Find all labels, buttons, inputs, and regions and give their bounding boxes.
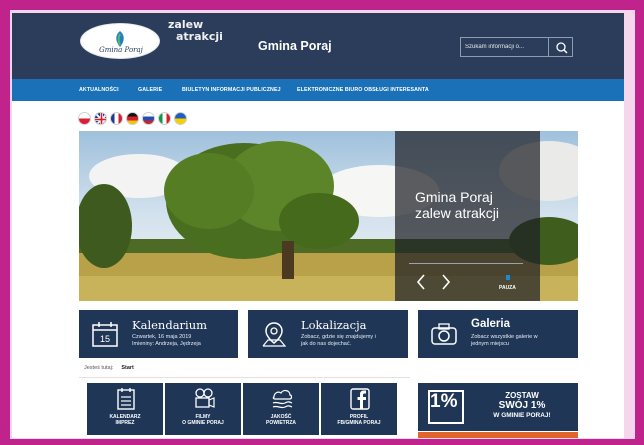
- tile-galeria-title: Galeria: [471, 318, 510, 330]
- search-icon: [556, 42, 568, 54]
- calendar-day: 15: [100, 334, 110, 344]
- browser-page: Gmina Poraj zalew atrakcji Gmina Poraj A…: [12, 13, 624, 438]
- tile-kalendarium-date: Czwartek, 16 maja 2019: [132, 334, 192, 340]
- tile-lokalizacja[interactable]: Lokalizacja Zobacz, gdzie się znajdujemy…: [248, 310, 408, 358]
- french-flag-icon[interactable]: [110, 112, 123, 125]
- union-jack-shape: [95, 113, 106, 124]
- search-box: [460, 37, 573, 57]
- site-header: Gmina Poraj zalew atrakcji Gmina Poraj: [12, 13, 624, 79]
- polish-flag-icon[interactable]: [78, 112, 91, 125]
- quick-tile-powietrze-line2: POWIETRZA: [266, 420, 296, 426]
- site-title[interactable]: Gmina Poraj: [258, 39, 332, 53]
- tile-lokalizacja-line1: Zobacz, gdzie się znajdujemy i: [301, 334, 376, 340]
- chevron-left-icon[interactable]: [414, 273, 428, 291]
- logo-tagline: zalew atrakcji: [160, 19, 223, 43]
- tile-kalendarium-namedays: Imieniny: Andrzeja, Jędrzeja: [132, 341, 201, 347]
- tile-galeria-text: Zobacz wszystkie galerie w jednym miejsc…: [471, 334, 538, 348]
- tile-lokalizacja-line2: jak do nas dojechać.: [301, 341, 352, 347]
- map-pin-icon: [262, 322, 287, 347]
- quick-tile-powietrze[interactable]: JAKOŚĆ POWIETRZA: [243, 383, 319, 435]
- breadcrumb-prefix: Jesteś tutaj:: [84, 365, 114, 371]
- logo-tagline-line2: atrakcji: [176, 30, 223, 43]
- tile-lokalizacja-text: Zobacz, gdzie się znajdujemy i jak do na…: [301, 334, 376, 348]
- chevron-right-icon[interactable]: [439, 273, 453, 291]
- pause-button[interactable]: PAUZA: [499, 285, 516, 291]
- banner-text: ZOSTAW SWÓJ 1% W GMINIE PORAJ!: [470, 391, 574, 420]
- search-button[interactable]: [548, 37, 573, 57]
- banner-line1: ZOSTAW: [505, 391, 539, 400]
- quick-tile-kalendarz-line2: IMPREZ: [115, 420, 135, 426]
- one-percent-banner[interactable]: 1% ZOSTAW SWÓJ 1% W GMINIE PORAJ!: [418, 383, 578, 431]
- calendar-list-icon: [117, 388, 135, 410]
- british-flag-icon[interactable]: [94, 112, 107, 125]
- tile-kalendarium-title: Kalendarium: [132, 318, 208, 332]
- nav-item-aktualnosci[interactable]: AKTUALNOŚCI: [79, 87, 119, 93]
- quick-tile-kalendarz[interactable]: KALENDARZ IMPREZ: [87, 383, 163, 435]
- search-input[interactable]: [460, 37, 549, 57]
- quick-tile-kalendarz-label: KALENDARZ IMPREZ: [87, 414, 163, 426]
- tile-galeria[interactable]: Galeria Zobacz wszystkie galerie w jedny…: [418, 310, 578, 358]
- logo-oval-text: Gmina Poraj: [99, 46, 143, 54]
- hero-slider[interactable]: Gmina Poraj zalew atrakcji PAUZA: [79, 131, 578, 301]
- quick-tile-filmy-line2: O GMINIE PORAJ: [182, 420, 224, 426]
- quick-tile-facebook-line2: FB/GMINA PORAJ: [337, 420, 381, 426]
- quick-tile-filmy[interactable]: FILMY O GMINIE PORAJ: [165, 383, 241, 435]
- nav-item-ebo[interactable]: ELEKTRONICZNE BIURO OBSŁUGI INTERESANTA: [297, 87, 429, 93]
- facebook-icon: [350, 388, 370, 410]
- italian-flag-icon[interactable]: [158, 112, 171, 125]
- tile-galeria-line2: jednym miejscu: [471, 341, 509, 347]
- tile-lokalizacja-title: Lokalizacja: [301, 318, 367, 332]
- hero-divider: [409, 263, 523, 264]
- banner-strip-below: [418, 432, 578, 438]
- quick-tile-facebook-label: PROFIL FB/GMINA PORAJ: [321, 414, 397, 426]
- film-camera-icon: [195, 388, 215, 408]
- calendar-icon: 15: [92, 322, 118, 347]
- banner-line2: SWÓJ 1%: [498, 400, 546, 411]
- main-nav: AKTUALNOŚCI GALERIE BIULETYN INFORMACJI …: [12, 79, 624, 101]
- tile-galeria-line1: Zobacz wszystkie galerie w: [471, 334, 538, 340]
- air-quality-icon: [272, 389, 293, 409]
- camera-icon: [431, 323, 457, 345]
- slide-indicator[interactable]: [506, 275, 510, 280]
- hero-caption-line1: Gmina Poraj: [415, 189, 493, 205]
- breadcrumb: Jesteś tutaj: Start: [84, 365, 134, 371]
- german-flag-icon[interactable]: [126, 112, 139, 125]
- site-logo[interactable]: Gmina Poraj zalew atrakcji: [80, 19, 223, 63]
- quick-tile-facebook[interactable]: PROFIL FB/GMINA PORAJ: [321, 383, 397, 435]
- hero-caption: Gmina Poraj zalew atrakcji: [415, 189, 499, 221]
- banner-percent: 1%: [430, 391, 458, 412]
- banner-line3: W GMINIE PORAJ!: [493, 412, 551, 419]
- ukrainian-flag-icon[interactable]: [174, 112, 187, 125]
- nav-item-bip[interactable]: BIULETYN INFORMACJI PUBLICZNEJ: [182, 87, 281, 93]
- nav-item-galerie[interactable]: GALERIE: [138, 87, 162, 93]
- tile-kalendarium[interactable]: 15 Kalendarium Czwartek, 16 maja 2019 Im…: [79, 310, 238, 358]
- russian-flag-icon[interactable]: [142, 112, 155, 125]
- quick-tile-filmy-label: FILMY O GMINIE PORAJ: [165, 414, 241, 426]
- breadcrumb-current[interactable]: Start: [121, 365, 134, 371]
- logo-oval: Gmina Poraj: [80, 23, 160, 59]
- tile-kalendarium-text: Czwartek, 16 maja 2019 Imieniny: Andrzej…: [132, 334, 201, 348]
- hero-caption-line2: zalew atrakcji: [415, 205, 500, 221]
- quick-tile-powietrze-label: JAKOŚĆ POWIETRZA: [243, 414, 319, 426]
- breadcrumb-divider: [79, 377, 410, 378]
